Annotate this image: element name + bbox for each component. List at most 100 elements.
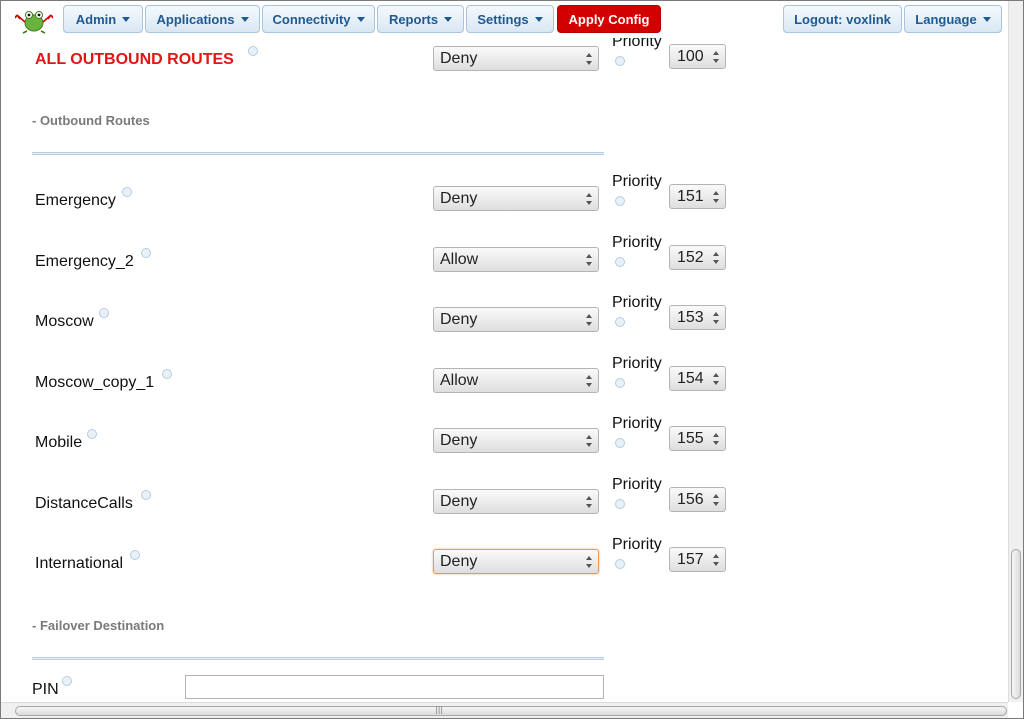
spinner-arrows-icon[interactable] [713,191,719,203]
nav-settings-menu[interactable]: Settings [466,5,554,33]
select-value: Deny [440,492,478,510]
nav-reports-label: Reports [388,11,439,27]
pin-input[interactable] [185,675,604,699]
nav-admin-label: Admin [75,11,117,27]
nav-reports-menu[interactable]: Reports [377,5,464,33]
route-priority-input[interactable]: 154 [669,366,726,391]
vertical-scrollbar[interactable] [1008,1,1023,702]
all-outbound-routes-select[interactable]: Deny [433,46,599,71]
route-priority-input[interactable]: 157 [669,547,726,572]
nav-language-menu[interactable]: Language [904,5,1002,33]
priority-label: Priority [612,476,662,493]
section-divider [32,152,604,155]
priority-label: Priority [612,173,662,190]
vertical-scroll-thumb[interactable] [1011,549,1021,699]
nav-connectivity-label: Connectivity [272,11,351,27]
nav-applications-label: Applications [156,11,235,27]
priority-value: 156 [677,490,704,508]
chevron-down-icon [356,16,365,22]
priority-value: 157 [677,550,704,568]
nav-applications-menu[interactable]: Applications [145,5,260,33]
route-permission-select[interactable]: Deny [433,186,599,211]
select-value: Deny [440,49,478,67]
select-arrows-icon [586,53,592,65]
select-arrows-icon [586,314,592,326]
select-value: Allow [440,250,479,268]
section-failover-destination[interactable]: - Failover Destination [32,618,164,633]
priority-label: Priority [612,294,662,311]
help-icon[interactable] [162,369,172,379]
spinner-arrows-icon[interactable] [713,494,719,506]
help-icon[interactable] [615,499,625,509]
help-icon[interactable] [615,196,625,206]
route-permission-select[interactable]: Deny [433,307,599,332]
select-arrows-icon [586,193,592,205]
select-value: Deny [440,189,478,207]
help-icon[interactable] [99,308,109,318]
help-icon[interactable] [87,429,97,439]
all-outbound-routes-label: ALL OUTBOUND ROUTES [35,51,234,68]
nav-admin-menu[interactable]: Admin [63,5,143,33]
help-icon[interactable] [615,378,625,388]
spinner-arrows-icon[interactable] [713,554,719,566]
help-icon[interactable] [122,187,132,197]
priority-value: 151 [677,187,704,205]
chevron-down-icon [240,16,249,22]
horizontal-scrollbar[interactable]: ||| [1,702,1008,718]
route-name: Emergency_2 [35,253,134,270]
route-priority-input[interactable]: 155 [669,426,726,451]
main-content: ALL OUTBOUND ROUTES Deny Priority 100 - … [1,38,1008,702]
route-permission-select[interactable]: Deny [433,549,599,574]
frog-logo-icon[interactable] [15,6,53,34]
help-icon[interactable] [615,559,625,569]
route-priority-input[interactable]: 151 [669,184,726,209]
spinner-arrows-icon[interactable] [713,373,719,385]
select-arrows-icon [586,496,592,508]
pin-label: PIN [32,681,59,698]
spinner-arrows-icon[interactable] [713,252,719,264]
route-priority-input[interactable]: 153 [669,305,726,330]
priority-label: Priority [612,415,662,432]
help-icon[interactable] [62,676,72,686]
help-icon[interactable] [615,257,625,267]
route-permission-select[interactable]: Allow [433,368,599,393]
all-outbound-routes-priority-input[interactable]: 100 [669,44,726,69]
priority-label: Priority [612,355,662,372]
route-priority-input[interactable]: 156 [669,487,726,512]
nav-language-label: Language [915,11,977,27]
route-name: Emergency [35,192,116,209]
select-value: Deny [440,310,478,328]
help-icon[interactable] [248,46,258,56]
chevron-down-icon [444,16,453,22]
nav-connectivity-menu[interactable]: Connectivity [262,5,375,33]
priority-value: 100 [677,47,704,65]
horizontal-scroll-thumb[interactable] [15,706,1007,716]
select-arrows-icon [586,254,592,266]
spinner-arrows-icon[interactable] [713,312,719,324]
logout-button[interactable]: Logout: voxlink [783,5,902,33]
help-icon[interactable] [141,490,151,500]
route-name: DistanceCalls [35,495,133,512]
help-icon[interactable] [141,248,151,258]
priority-value: 155 [677,429,704,447]
spinner-arrows-icon[interactable] [713,51,719,63]
route-priority-input[interactable]: 152 [669,245,726,270]
section-outbound-routes[interactable]: - Outbound Routes [32,113,150,128]
apply-config-button[interactable]: Apply Config [557,5,661,33]
help-icon[interactable] [615,56,625,66]
select-value: Deny [440,431,478,449]
select-arrows-icon [586,375,592,387]
chevron-down-icon [982,16,991,22]
route-permission-select[interactable]: Deny [433,489,599,514]
help-icon[interactable] [615,317,625,327]
priority-label: Priority [612,234,662,251]
top-navigation: Admin Applications Connectivity Reports … [1,1,1008,38]
priority-value: 154 [677,369,704,387]
route-permission-select[interactable]: Allow [433,247,599,272]
route-permission-select[interactable]: Deny [433,428,599,453]
route-name: Moscow [35,313,94,330]
help-icon[interactable] [130,550,140,560]
nav-settings-label: Settings [477,11,529,27]
spinner-arrows-icon[interactable] [713,433,719,445]
help-icon[interactable] [615,438,625,448]
